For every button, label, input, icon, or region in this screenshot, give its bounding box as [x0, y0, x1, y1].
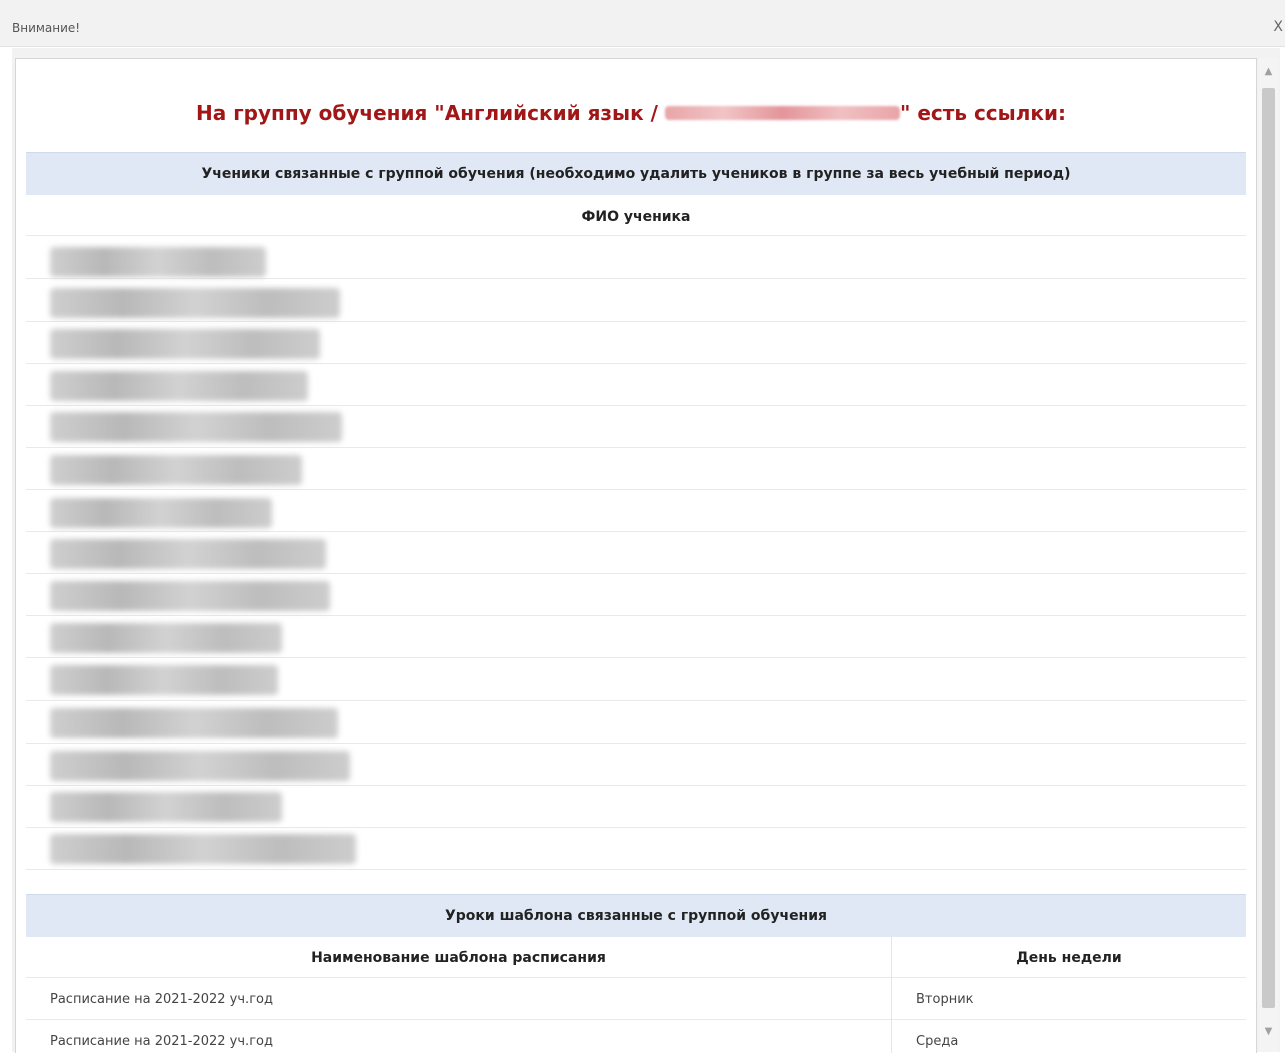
vertical-scrollbar[interactable]: ▲ ▼: [1259, 58, 1278, 1052]
scrollbar-thumb[interactable]: [1262, 88, 1275, 1008]
redacted-student-name: [50, 751, 350, 781]
redacted-student-name: [50, 581, 330, 611]
student-name-column-header: ФИО ученика: [581, 209, 691, 225]
scroll-up-arrow-icon[interactable]: ▲: [1259, 66, 1278, 77]
lesson-template-cell: Расписание на 2021-2022 уч.год: [50, 992, 273, 1007]
students-section-header: Ученики связанные с группой обучения (не…: [26, 152, 1246, 195]
row-divider: [26, 573, 1246, 574]
redacted-group-name: [664, 106, 900, 120]
redacted-student-name: [50, 708, 338, 738]
lesson-day-cell: Среда: [916, 1034, 959, 1049]
heading-prefix: На группу обучения "Английский язык /: [196, 101, 665, 125]
row-divider: [26, 235, 1246, 236]
row-divider: [26, 489, 1246, 490]
row-divider: [26, 785, 1246, 786]
redacted-student-name: [50, 329, 320, 359]
row-divider: [26, 531, 1246, 532]
row-divider: [26, 447, 1246, 448]
dialog-content: На группу обучения "Английский язык / " …: [15, 58, 1257, 1053]
row-divider: [26, 405, 1246, 406]
row-divider: [26, 321, 1246, 322]
row-divider: [26, 1019, 1246, 1020]
dialog-title: Внимание!: [12, 21, 81, 35]
lessons-section-header: Уроки шаблона связанные с группой обучен…: [26, 894, 1246, 937]
row-divider: [26, 977, 1246, 978]
dialog-titlebar: Внимание! X: [0, 0, 1285, 47]
template-name-column-header: Наименование шаблона расписания: [311, 950, 606, 966]
redacted-student-name: [50, 539, 326, 569]
row-divider: [26, 827, 1246, 828]
row-divider: [26, 700, 1246, 701]
redacted-student-name: [50, 665, 278, 695]
lesson-template-cell: Расписание на 2021-2022 уч.год: [50, 1034, 273, 1049]
row-divider: [26, 657, 1246, 658]
redacted-student-name: [50, 623, 282, 653]
redacted-student-name: [50, 288, 340, 318]
redacted-student-name: [50, 498, 272, 528]
redacted-student-name: [50, 834, 356, 864]
row-divider: [26, 869, 1246, 870]
redacted-student-name: [50, 247, 266, 277]
weekday-column-header: День недели: [1016, 950, 1122, 966]
heading-suffix: " есть ссылки:: [899, 101, 1066, 125]
redacted-student-name: [50, 371, 308, 401]
lesson-day-cell: Вторник: [916, 992, 974, 1007]
close-icon[interactable]: X: [1273, 19, 1283, 35]
row-divider: [26, 743, 1246, 744]
scroll-down-arrow-icon[interactable]: ▼: [1259, 1026, 1278, 1037]
row-divider: [26, 615, 1246, 616]
redacted-student-name: [50, 412, 342, 442]
redacted-student-name: [50, 455, 302, 485]
row-divider: [26, 363, 1246, 364]
row-divider: [26, 278, 1246, 279]
redacted-student-name: [50, 792, 282, 822]
page-title: На группу обучения "Английский язык / " …: [16, 59, 1246, 151]
